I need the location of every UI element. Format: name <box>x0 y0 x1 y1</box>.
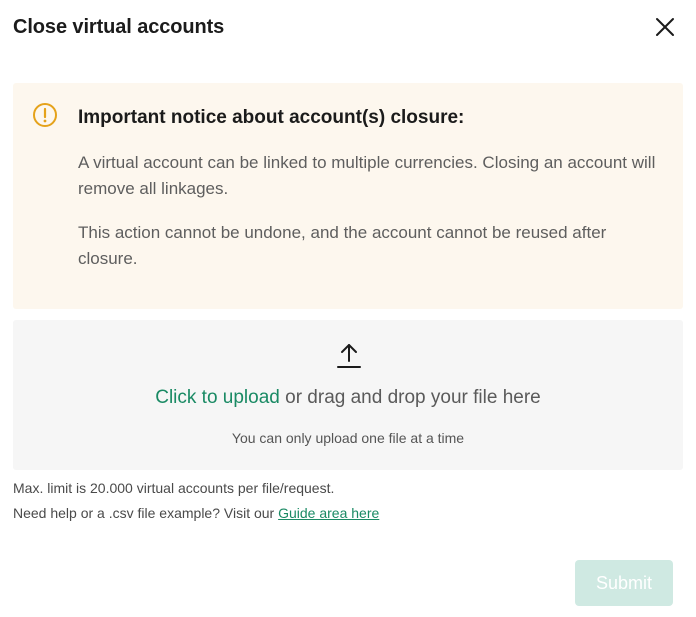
max-limit-note: Max. limit is 20.000 virtual accounts pe… <box>13 480 335 496</box>
upload-instruction: Click to upload or drag and drop your fi… <box>13 386 683 410</box>
close-icon <box>656 18 674 36</box>
guide-area-link[interactable]: Guide area here <box>278 505 379 521</box>
help-text: Need help or a .csv file example? Visit … <box>13 505 279 521</box>
dialog-title: Close virtual accounts <box>13 16 225 38</box>
notice-paragraph-linkages: A virtual account can be linked to multi… <box>78 153 656 198</box>
notice-title: Important notice about account(s) closur… <box>78 107 465 128</box>
closure-notice: Important notice about account(s) closur… <box>13 83 683 309</box>
dialog-header: Close virtual accounts <box>13 14 678 42</box>
click-to-upload-link[interactable]: Click to upload <box>155 387 280 408</box>
notice-paragraph-irreversible: This action cannot be undone, and the ac… <box>78 223 607 268</box>
submit-button[interactable]: Submit <box>575 560 673 606</box>
upload-arrow-icon <box>337 344 361 368</box>
warning-circle-icon <box>33 103 57 127</box>
close-button[interactable] <box>652 14 678 40</box>
close-virtual-accounts-dialog: Close virtual accounts Important notice … <box>0 0 696 617</box>
upload-hint: You can only upload one file at a time <box>231 430 465 446</box>
help-note: Need help or a .csv file example? Visit … <box>13 504 379 522</box>
drag-drop-text: or drag and drop your file here <box>279 387 541 408</box>
file-upload-dropzone[interactable]: Click to upload or drag and drop your fi… <box>13 320 683 470</box>
